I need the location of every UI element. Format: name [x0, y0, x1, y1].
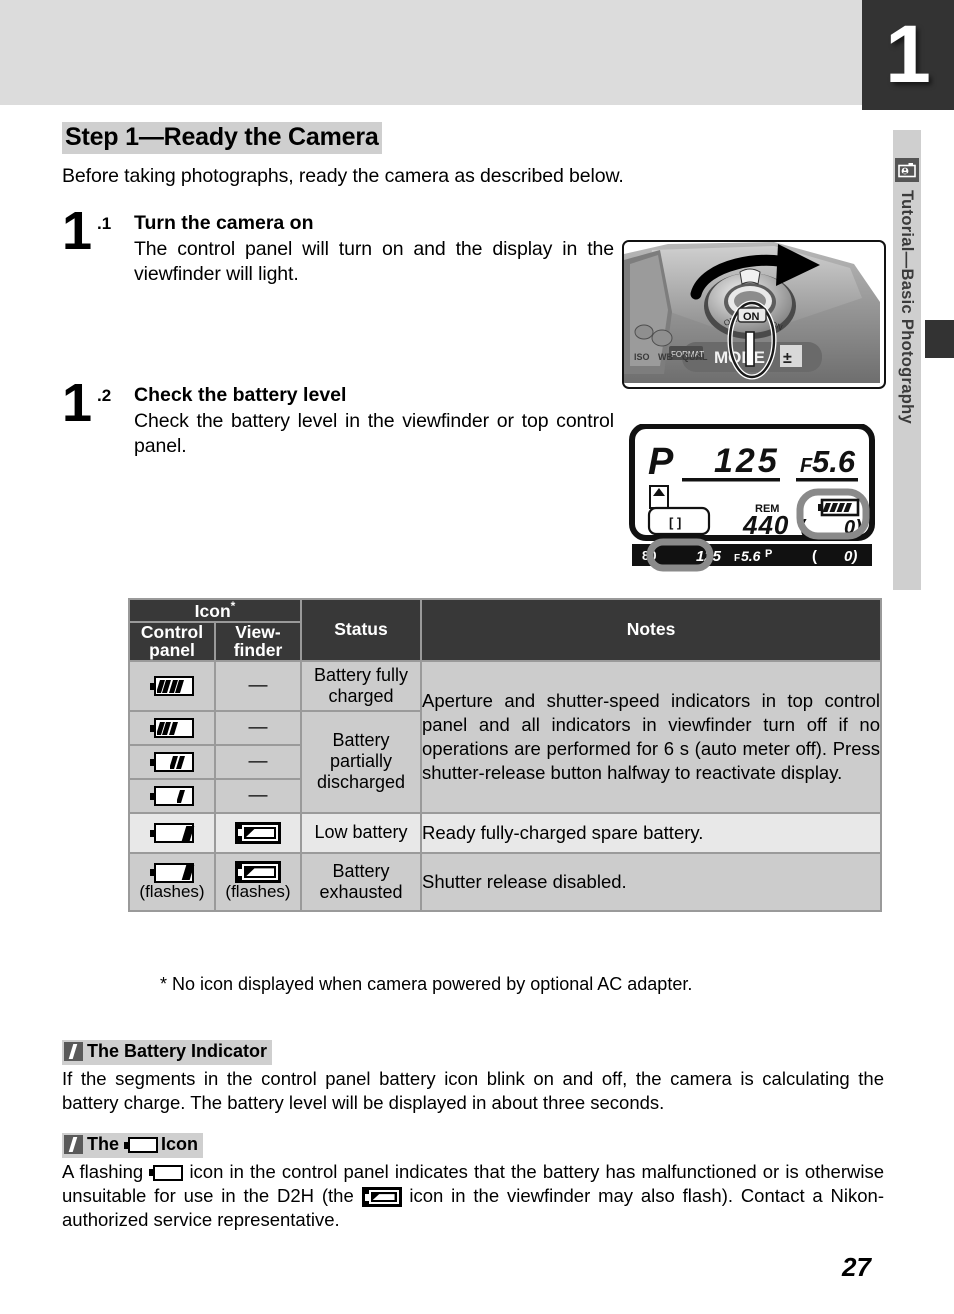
note-title-text-before: The [87, 1134, 125, 1154]
table-row: (flashes) (flashes) Battery exhausted Sh… [130, 853, 880, 910]
step-heading: Turn the camera on [134, 212, 314, 235]
table-header-row-1: Icon* Status Notes [130, 599, 880, 660]
page-header-band [0, 0, 862, 105]
status-low: Low battery [302, 813, 420, 852]
dash-glyph: — [248, 784, 268, 806]
battery-exhausted-viewfinder-icon: (flashes) [216, 853, 300, 910]
page-intro: Before taking photographs, ready the cam… [62, 164, 624, 187]
note-body-part-1: A flashing [62, 1160, 150, 1182]
chapter-tab-number: 1 [885, 9, 931, 100]
viewfinder-none: — [216, 779, 300, 812]
battery-exhausted-viewfinder-icon [361, 1187, 402, 1208]
svg-text:P: P [648, 441, 674, 483]
svg-text:[ ]: [ ] [669, 515, 681, 530]
svg-text:(: ( [812, 548, 817, 565]
sidebar-section-marker [925, 320, 954, 358]
svg-text:5.6: 5.6 [812, 444, 856, 479]
step-number: 1 [62, 201, 93, 262]
viewfinder-none: — [216, 661, 300, 710]
header-icon-label: Icon [194, 600, 231, 621]
step-heading: Check the battery level [134, 384, 347, 407]
step-number: 1 [62, 373, 93, 434]
pencil-icon [64, 1135, 83, 1154]
table-row: Low battery Ready fully-charged spare ba… [130, 813, 880, 852]
page-number: 27 [842, 1252, 871, 1282]
page-title: Step 1—Ready the Camera [62, 122, 382, 154]
note-title-text-after: Icon [161, 1134, 199, 1154]
header-control-panel: Control panel [130, 623, 214, 660]
svg-text:125: 125 [714, 442, 780, 480]
table-footnote: * No icon displayed when camera powered … [160, 974, 693, 994]
note-title: The Icon [62, 1133, 204, 1158]
header-icon-group: Icon* [130, 599, 300, 622]
viewfinder-flashes-label: (flashes) [225, 882, 291, 902]
svg-text:ISO: ISO [634, 352, 650, 362]
battery-exhausted-icon: (flashes) [130, 853, 214, 910]
battery-low-viewfinder-icon [216, 813, 300, 852]
step-text: Check the battery level in the viewfinde… [134, 409, 614, 457]
note-title: The Battery Indicator [62, 1040, 273, 1065]
notes-merged: Aperture and shutter-speed indicators in… [422, 661, 880, 812]
note-battery-malfunction-icon: The Icon A flashing icon in the control … [62, 1133, 884, 1233]
battery-level-table: Icon* Status Notes Control panel View-fin… [128, 598, 882, 912]
step-substep: .1 [97, 214, 112, 234]
battery-malfunction-icon [124, 1137, 159, 1154]
notes-exhausted: Shutter release disabled. [422, 853, 880, 910]
note-battery-indicator: The Battery Indicator If the segments in… [62, 1040, 884, 1115]
table-row: — Battery fully charged Aperture and shu… [130, 661, 880, 812]
svg-text:440: 440 [742, 510, 789, 540]
svg-text:MODE: MODE [714, 348, 765, 367]
viewfinder-none: — [216, 711, 300, 744]
svg-text:F: F [734, 553, 740, 564]
camera-power-switch-illustration: OFF ON MODE ± FORMAT ISO WB QUAL ON [622, 240, 886, 389]
note-body: If the segments in the control panel bat… [62, 1067, 884, 1113]
control-panel-flashes-label: (flashes) [139, 881, 205, 901]
svg-text:5.6: 5.6 [741, 548, 761, 564]
dash-glyph: — [248, 674, 268, 696]
svg-text:QUAL: QUAL [682, 352, 708, 362]
header-notes: Notes [422, 600, 880, 660]
pencil-icon [64, 1042, 83, 1061]
svg-text:WB: WB [658, 352, 673, 362]
sidebar-chapter-label: Tutorial—Basic Photography [898, 190, 916, 424]
battery-half-icon [130, 745, 214, 778]
camera-person-icon [895, 158, 919, 182]
control-panel-lcd-illustration: P 125 F 5.6 [ ] REM 440 ( 0) 80 125 F 5.… [622, 423, 882, 572]
dash-glyph: — [248, 716, 268, 738]
svg-text:±: ± [783, 350, 792, 367]
step-substep: .2 [97, 386, 112, 406]
svg-text:0): 0) [844, 548, 857, 565]
battery-three-quarter-icon [130, 711, 214, 744]
note-body: A flashing icon in the control panel ind… [62, 1160, 884, 1233]
notes-low: Ready fully-charged spare battery. [422, 813, 880, 852]
status-full: Battery fully charged [302, 661, 420, 710]
status-exhausted: Battery exhausted [302, 853, 420, 910]
step-text: The control panel will turn on and the d… [134, 237, 614, 285]
status-partial: Battery partially discharged [302, 711, 420, 812]
header-status: Status [302, 600, 420, 660]
dash-glyph: — [248, 750, 268, 772]
battery-low-icon [130, 813, 214, 852]
battery-quarter-icon [130, 779, 214, 812]
svg-text:P: P [765, 548, 772, 560]
viewfinder-none: — [216, 745, 300, 778]
battery-malfunction-icon [149, 1164, 184, 1181]
note-title-text: The Battery Indicator [87, 1041, 268, 1061]
battery-full-icon [130, 661, 214, 710]
header-icon-footnote-marker: * [230, 599, 236, 613]
header-viewfinder: View-finder [216, 623, 300, 660]
svg-text:ON: ON [743, 311, 760, 323]
chapter-tab: 1 [862, 0, 954, 110]
